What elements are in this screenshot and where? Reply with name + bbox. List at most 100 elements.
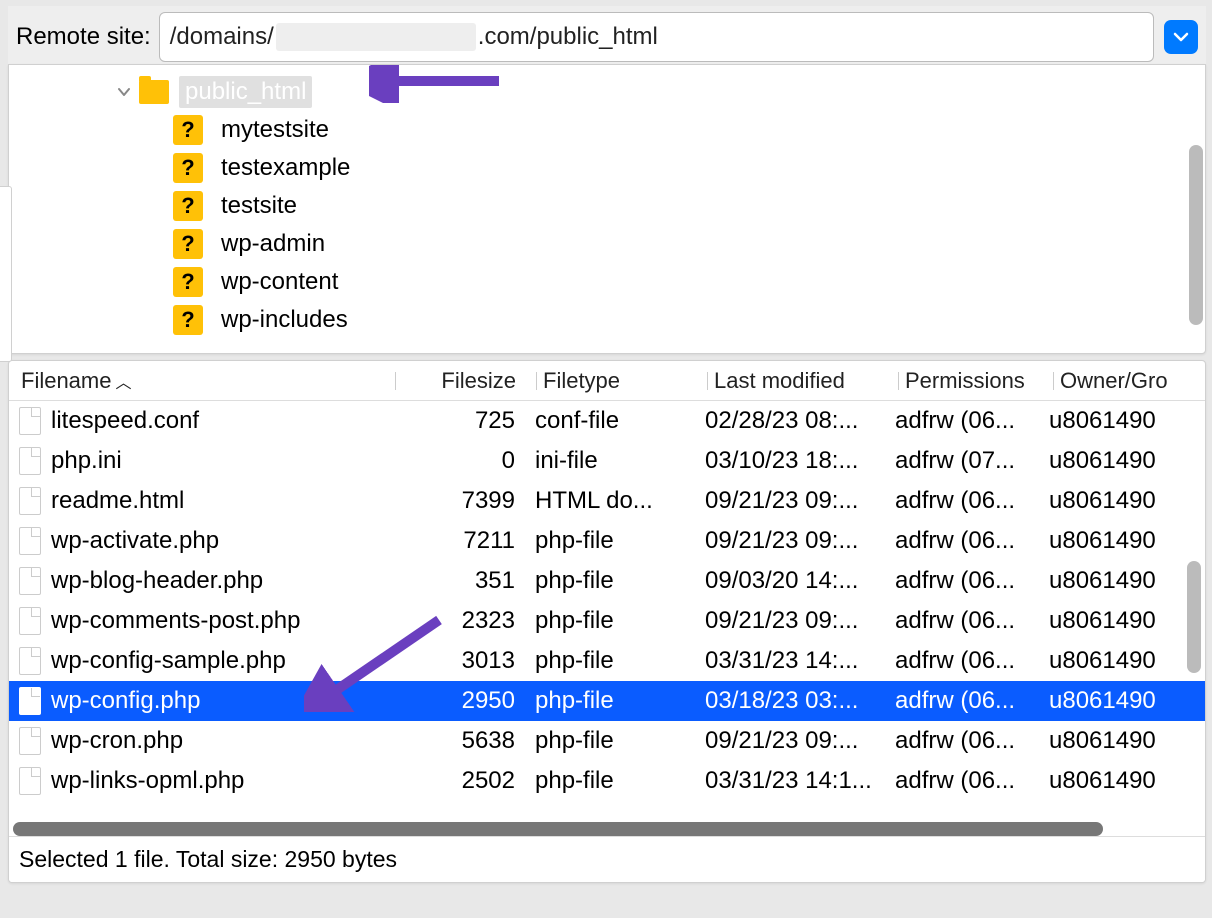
file-name-cell: wp-comments-post.php xyxy=(15,607,395,635)
remote-path-input[interactable]: /domains/.com/public_html xyxy=(159,12,1154,62)
sort-ascending-icon: ︿ xyxy=(115,369,131,393)
file-name-cell: php.ini xyxy=(15,447,395,475)
file-owner: u8061490 xyxy=(1049,487,1199,515)
file-name: wp-config-sample.php xyxy=(51,647,286,675)
col-permissions[interactable]: Permissions xyxy=(899,368,1053,394)
file-size: 0 xyxy=(395,447,535,475)
file-size: 7399 xyxy=(395,487,535,515)
tree-item[interactable]: ?wp-admin xyxy=(173,225,1205,263)
unknown-folder-icon: ? xyxy=(173,267,203,297)
col-filetype-label: Filetype xyxy=(543,368,620,394)
file-type: php-file xyxy=(535,527,705,555)
file-permissions: adfrw (06... xyxy=(895,727,1049,755)
col-permissions-label: Permissions xyxy=(905,368,1025,394)
tree-item-label: wp-admin xyxy=(215,228,331,260)
tree-item[interactable]: ? wp-content xyxy=(173,263,1205,301)
file-modified: 09/21/23 09:... xyxy=(705,607,895,635)
file-name: litespeed.conf xyxy=(51,407,199,435)
file-name-cell: wp-links-opml.php xyxy=(15,767,395,795)
tree-item[interactable]: ?testsite xyxy=(173,187,1205,225)
tree-item-label: testexample xyxy=(215,152,356,184)
tree-item[interactable]: ?wp-includes xyxy=(173,301,1205,339)
file-icon xyxy=(19,647,41,675)
file-row[interactable]: wp-cron.php5638php-file09/21/23 09:...ad… xyxy=(9,721,1205,761)
file-owner: u8061490 xyxy=(1049,567,1199,595)
tree-item-label: wp-includes xyxy=(215,304,354,336)
unknown-folder-icon: ? xyxy=(173,153,203,183)
tree-item-label: mytestsite xyxy=(215,114,335,146)
file-owner: u8061490 xyxy=(1049,687,1199,715)
chevron-down-icon xyxy=(117,86,131,98)
col-last-modified[interactable]: Last modified xyxy=(708,368,898,394)
tree-root-row[interactable]: public_html xyxy=(139,73,1205,111)
file-row[interactable]: wp-activate.php7211php-file09/21/23 09:.… xyxy=(9,521,1205,561)
file-modified: 09/03/20 14:... xyxy=(705,567,895,595)
file-name-cell: wp-activate.php xyxy=(15,527,395,555)
file-icon xyxy=(19,447,41,475)
file-permissions: adfrw (06... xyxy=(895,607,1049,635)
tree-item[interactable]: ? testexample xyxy=(173,149,1205,187)
file-owner: u8061490 xyxy=(1049,607,1199,635)
file-type: php-file xyxy=(535,727,705,755)
folder-icon xyxy=(139,80,169,104)
col-owner-group[interactable]: Owner/Gro xyxy=(1054,368,1204,394)
file-icon xyxy=(19,687,41,715)
file-size: 2502 xyxy=(395,767,535,795)
file-row[interactable]: wp-comments-post.php2323php-file09/21/23… xyxy=(9,601,1205,641)
file-rows[interactable]: litespeed.conf725conf-file02/28/23 08:..… xyxy=(9,401,1205,836)
file-name: wp-config.php xyxy=(51,687,200,715)
file-size: 725 xyxy=(395,407,535,435)
file-name: wp-activate.php xyxy=(51,527,219,555)
file-permissions: adfrw (06... xyxy=(895,647,1049,675)
file-permissions: adfrw (06... xyxy=(895,487,1049,515)
file-row[interactable]: litespeed.conf725conf-file02/28/23 08:..… xyxy=(9,401,1205,441)
file-row[interactable]: wp-links-opml.php2502php-file03/31/23 14… xyxy=(9,761,1205,801)
horizontal-scrollbar[interactable] xyxy=(13,822,1199,836)
file-modified: 09/21/23 09:... xyxy=(705,527,895,555)
path-redacted xyxy=(276,23,476,51)
file-type: php-file xyxy=(535,607,705,635)
file-modified: 03/31/23 14:1... xyxy=(705,767,895,795)
file-icon xyxy=(19,407,41,435)
file-owner: u8061490 xyxy=(1049,407,1199,435)
file-name: wp-comments-post.php xyxy=(51,607,300,635)
tree-scrollbar[interactable] xyxy=(1189,145,1203,325)
tree-item-label: wp-content xyxy=(215,266,344,298)
file-icon xyxy=(19,767,41,795)
file-row[interactable]: php.ini0ini-file03/10/23 18:...adfrw (07… xyxy=(9,441,1205,481)
scrollbar-track xyxy=(13,822,1199,836)
file-name: readme.html xyxy=(51,487,184,515)
col-filename[interactable]: Filename ︿ xyxy=(15,368,395,394)
tree-item[interactable]: ? mytestsite xyxy=(173,111,1205,149)
file-owner: u8061490 xyxy=(1049,727,1199,755)
file-modified: 09/21/23 09:... xyxy=(705,727,895,755)
path-dropdown-button[interactable] xyxy=(1164,20,1198,54)
status-text: Selected 1 file. Total size: 2950 bytes xyxy=(19,846,397,873)
file-permissions: adfrw (06... xyxy=(895,527,1049,555)
file-type: HTML do... xyxy=(535,487,705,515)
tree-expand-toggle[interactable] xyxy=(109,77,139,107)
file-scrollbar[interactable] xyxy=(1187,561,1201,673)
unknown-folder-icon: ? xyxy=(173,191,203,221)
file-icon xyxy=(19,527,41,555)
file-name-cell: readme.html xyxy=(15,487,395,515)
file-row[interactable]: wp-config.php2950php-file03/18/23 03:...… xyxy=(9,681,1205,721)
file-row[interactable]: readme.html7399HTML do...09/21/23 09:...… xyxy=(9,481,1205,521)
file-modified: 03/18/23 03:... xyxy=(705,687,895,715)
col-filesize[interactable]: Filesize xyxy=(396,368,536,394)
file-name: wp-links-opml.php xyxy=(51,767,244,795)
file-name: php.ini xyxy=(51,447,122,475)
col-filetype[interactable]: Filetype xyxy=(537,368,707,394)
file-icon xyxy=(19,567,41,595)
unknown-folder-icon: ? xyxy=(173,115,203,145)
scrollbar-thumb[interactable] xyxy=(13,822,1103,836)
file-size: 2950 xyxy=(395,687,535,715)
file-row[interactable]: wp-config-sample.php3013php-file03/31/23… xyxy=(9,641,1205,681)
adjacent-panel-edge xyxy=(0,186,12,362)
directory-tree-panel[interactable]: public_html ? mytestsite? testexample?test… xyxy=(8,64,1206,354)
file-name-cell: wp-config.php xyxy=(15,687,395,715)
file-permissions: adfrw (07... xyxy=(895,447,1049,475)
file-row[interactable]: wp-blog-header.php351php-file09/03/20 14… xyxy=(9,561,1205,601)
tree-root-label[interactable]: public_html xyxy=(179,76,312,108)
path-suffix: .com/public_html xyxy=(478,23,658,51)
